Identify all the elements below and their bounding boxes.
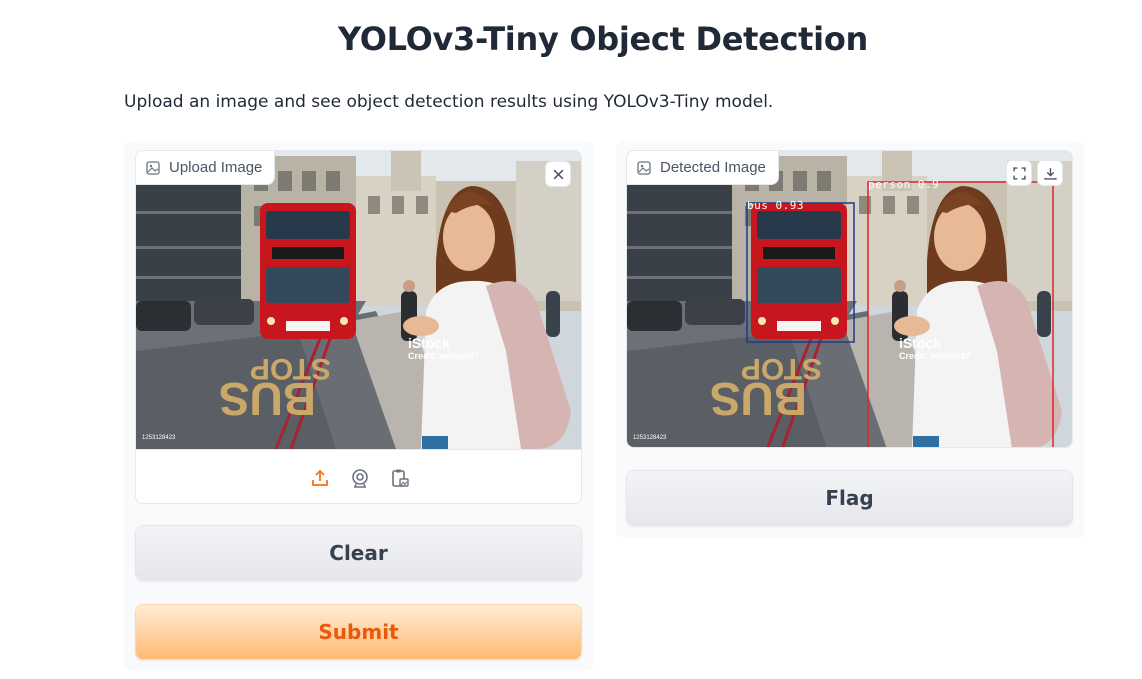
watermark-credit: Credit: william87 bbox=[899, 351, 971, 361]
page-description: Upload an image and see object detection… bbox=[124, 92, 774, 112]
webcam-source-button[interactable] bbox=[349, 467, 371, 489]
detected-image-block: bus 0.93 person 0.9 iStock Credit: willi… bbox=[626, 150, 1073, 448]
upload-icon bbox=[311, 469, 328, 486]
clear-image-button[interactable] bbox=[545, 161, 571, 187]
detected-image bbox=[627, 151, 1073, 447]
person-detection-label: person 0.9 bbox=[868, 178, 940, 191]
image-source-toolbar bbox=[136, 449, 581, 503]
upload-image-label-text: Upload Image bbox=[169, 159, 263, 176]
input-column: iStock Credit: william87 1253128423 Uplo… bbox=[124, 141, 594, 671]
watermark-id: 1253128423 bbox=[142, 435, 176, 441]
watermark-brand: iStock bbox=[408, 335, 451, 351]
webcam-icon bbox=[351, 468, 368, 488]
detected-image-label: Detected Image bbox=[627, 151, 779, 185]
fullscreen-button[interactable] bbox=[1006, 160, 1032, 186]
fullscreen-icon bbox=[1012, 166, 1026, 180]
flag-button[interactable]: Flag bbox=[626, 470, 1073, 526]
upload-image-block[interactable]: iStock Credit: william87 1253128423 Uplo… bbox=[135, 150, 582, 504]
page-title: YOLOv3-Tiny Object Detection bbox=[337, 20, 869, 58]
clipboard-source-button[interactable] bbox=[389, 467, 411, 489]
bus-detection-label: bus 0.93 bbox=[747, 199, 804, 212]
image-icon bbox=[637, 160, 651, 175]
close-icon bbox=[553, 169, 563, 179]
submit-button[interactable]: Submit bbox=[135, 604, 582, 660]
download-button[interactable] bbox=[1037, 160, 1063, 186]
detected-image-label-text: Detected Image bbox=[660, 159, 766, 176]
watermark-credit: Credit: william87 bbox=[408, 351, 480, 361]
upload-image-label: Upload Image bbox=[136, 151, 276, 185]
watermark-id: 1253128423 bbox=[633, 435, 667, 441]
upload-source-button[interactable] bbox=[309, 467, 331, 489]
download-icon bbox=[1043, 167, 1057, 180]
clipboard-icon bbox=[391, 469, 409, 487]
clear-button[interactable]: Clear bbox=[135, 525, 582, 581]
uploaded-image bbox=[136, 151, 582, 449]
watermark-brand: iStock bbox=[899, 335, 942, 351]
output-column: bus 0.93 person 0.9 iStock Credit: willi… bbox=[616, 141, 1084, 538]
image-icon bbox=[146, 160, 160, 175]
